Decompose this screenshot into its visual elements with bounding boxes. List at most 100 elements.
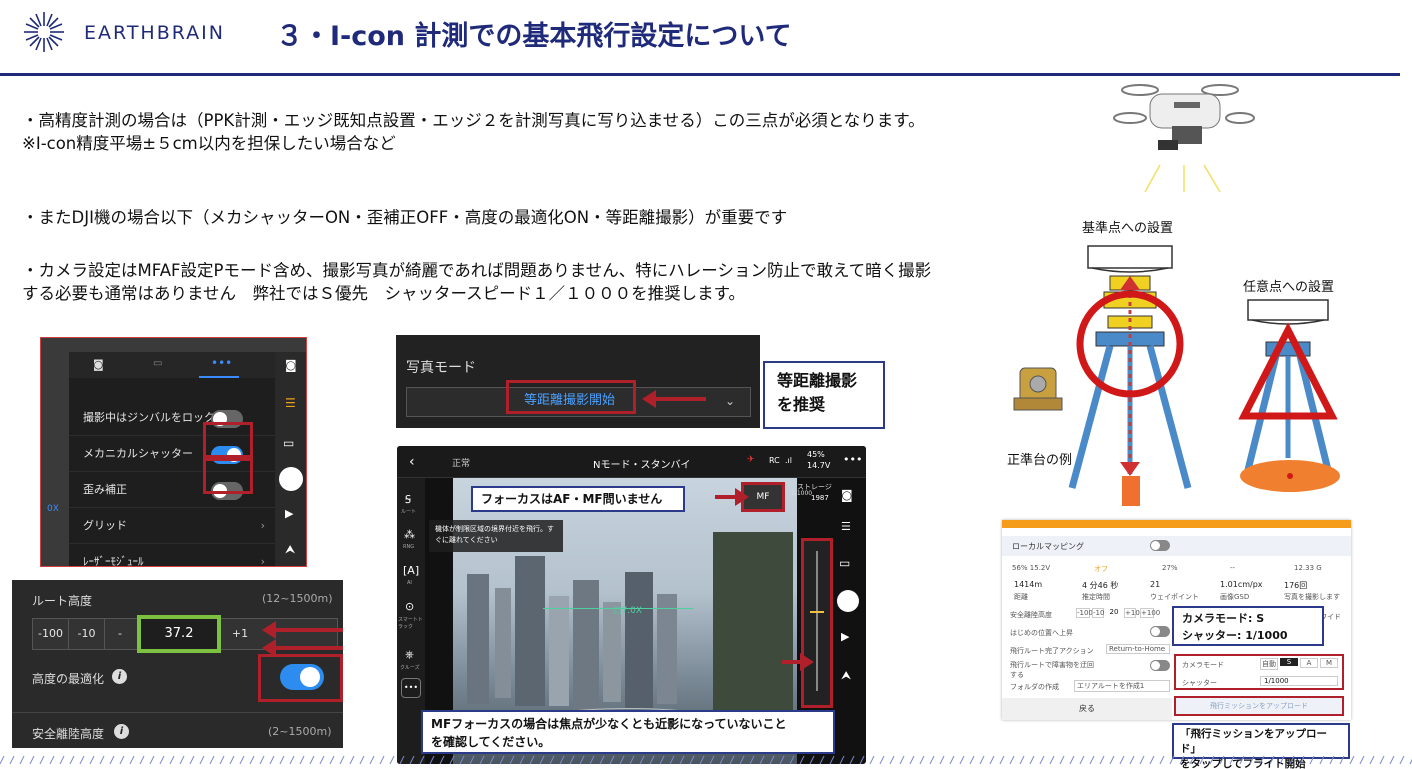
- stripe-mark: [539, 755, 545, 765]
- more-tab-icon[interactable]: •••: [211, 356, 232, 370]
- folder-input[interactable]: エリアルートを作成1: [1074, 680, 1170, 692]
- stripe-mark: [729, 755, 735, 765]
- camera-shutter-icon[interactable]: ◙: [285, 358, 297, 372]
- mode-s[interactable]: S: [1280, 658, 1298, 666]
- navigate-icon[interactable]: ⮝: [285, 542, 295, 557]
- stripe-mark: [979, 755, 985, 765]
- step-plus-1[interactable]: +1: [225, 619, 255, 649]
- stripe-mark: [1109, 755, 1115, 765]
- step-minus-10[interactable]: -10: [1092, 608, 1104, 618]
- stat-distance-label: 距離: [1014, 593, 1028, 601]
- route-height-value[interactable]: 37.2: [137, 615, 221, 653]
- menu-item-laser[interactable]: ﾚｰｻﾞｰﾓｼﾞｭｰﾙ ›: [69, 544, 275, 566]
- mode-auto[interactable]: 自動: [1260, 658, 1278, 670]
- photo-mode-panel: 写真モード ⌄ 等距離撮影開始: [396, 335, 760, 428]
- mode-m[interactable]: M: [1320, 658, 1338, 668]
- back-icon[interactable]: ‹: [409, 454, 415, 470]
- mapping-warning-bar: [1002, 520, 1351, 528]
- step-minus-100[interactable]: -100: [1076, 608, 1093, 618]
- stripe-mark: [989, 755, 995, 765]
- callout-line: 「飛行ミッションをアップロード」: [1180, 728, 1327, 755]
- stripe-mark: [29, 755, 35, 765]
- stripe-mark: [549, 755, 555, 765]
- stripe-mark: [279, 755, 285, 765]
- step-minus-1[interactable]: -: [105, 619, 135, 649]
- step-plus-100[interactable]: +100: [1140, 608, 1160, 618]
- rng-icon[interactable]: ⁂: [404, 528, 415, 541]
- safe-height-value[interactable]: 20: [1108, 608, 1120, 616]
- slide: EARTHBRAIN ３・I-con 計測での基本飛行設定について ・高精度計測…: [0, 0, 1412, 769]
- stripe-mark: [1229, 755, 1235, 765]
- video-tab-icon[interactable]: ▭: [153, 358, 162, 369]
- stripe-mark: [909, 755, 915, 765]
- camera-icon[interactable]: ◙: [841, 488, 853, 502]
- playback-icon[interactable]: ▶: [285, 507, 293, 520]
- screen-icon[interactable]: ▭: [839, 556, 850, 570]
- stripe-mark: [359, 755, 365, 765]
- playback-icon[interactable]: ▶: [841, 630, 849, 643]
- route-icon[interactable]: Ꟊ: [405, 492, 411, 507]
- base-point-label: 基準点への設置: [1082, 221, 1174, 236]
- photo-mode-callout: 等距離撮影 を推奨: [763, 361, 885, 429]
- settings-sliders-icon[interactable]: ☰: [285, 396, 296, 410]
- stripe-mark: [589, 755, 595, 765]
- mapping-section-title: ローカルマッピング: [1012, 542, 1084, 551]
- stat-distance: 1414m: [1014, 580, 1043, 589]
- body-line-4: ・カメラ設定はMFAF設定Pモード含め、撮影写真が綺麗であれば問題ありません、特…: [22, 261, 932, 280]
- info-icon[interactable]: i: [114, 724, 129, 739]
- finish-action-select[interactable]: Return-to-Home: [1106, 644, 1170, 654]
- initial-climb-toggle[interactable]: [1150, 626, 1170, 637]
- focus-slider[interactable]: [801, 538, 833, 708]
- mode-a[interactable]: A: [1300, 658, 1318, 668]
- cruise-icon[interactable]: ⎈: [405, 648, 414, 662]
- stripe-mark: [1119, 755, 1125, 765]
- stripe-mark: [259, 755, 265, 765]
- step-plus-10[interactable]: +10: [1124, 608, 1140, 618]
- screen-icon[interactable]: ▭: [283, 436, 294, 450]
- stripe-mark: [239, 755, 245, 765]
- altitude-optimize-toggle[interactable]: [280, 664, 324, 690]
- step-minus-10[interactable]: -10: [69, 619, 105, 649]
- more-tools-button[interactable]: •••: [401, 678, 421, 698]
- camera-mode-label: カメラモード: [1182, 661, 1224, 669]
- stripe-mark: [1049, 755, 1055, 765]
- capture-button[interactable]: [279, 467, 303, 491]
- upload-mission-button[interactable]: 飛行ミッションをアップロード: [1174, 696, 1344, 716]
- back-button[interactable]: 戻る: [1002, 698, 1172, 720]
- callout-line: カメラモード: S: [1182, 612, 1265, 625]
- info-icon[interactable]: i: [112, 669, 127, 684]
- more-icon[interactable]: •••: [843, 453, 862, 466]
- local-mapping-toggle[interactable]: [1150, 540, 1170, 551]
- shutter-select[interactable]: 1/1000: [1260, 676, 1338, 686]
- obstacle-avoid-toggle[interactable]: [1150, 660, 1170, 671]
- camera-settings-box: カメラモード 自動 S A M シャッター 1/1000: [1174, 654, 1344, 690]
- stripe-mark: [79, 755, 85, 765]
- ai-icon[interactable]: [A]: [403, 564, 419, 577]
- stripe-mark: [1029, 755, 1035, 765]
- menu-item-grid[interactable]: グリッド ›: [69, 508, 275, 544]
- stripe-mark: [469, 755, 475, 765]
- stripe-mark: [799, 755, 805, 765]
- focus-slider-thumb[interactable]: [810, 611, 824, 613]
- route-height-panel: ルート高度 (12~1500m) -100 -10 - 37.2 +1 高度の最…: [12, 580, 343, 748]
- photo-mode-value: 等距離撮影開始: [524, 393, 616, 408]
- stripe-mark: [569, 755, 575, 765]
- tripod-diagram: [1013, 245, 1340, 506]
- stripe-mark: [939, 755, 945, 765]
- status-storage: 12.33 G: [1294, 564, 1322, 572]
- step-minus-100[interactable]: -100: [33, 619, 69, 649]
- stripe-mark: [1079, 755, 1085, 765]
- status-signal: 27%: [1162, 564, 1178, 572]
- navigate-icon[interactable]: ⮝: [841, 668, 851, 683]
- stripe-mark: [499, 755, 505, 765]
- capture-button[interactable]: [837, 590, 859, 612]
- stripe-mark: [1139, 755, 1145, 765]
- settings-sliders-icon[interactable]: ☰: [841, 520, 851, 533]
- stripe-mark: [69, 755, 75, 765]
- stripe-mark: [619, 755, 625, 765]
- stripe-mark: [209, 755, 215, 765]
- track-icon[interactable]: ⊙: [405, 600, 414, 613]
- stripe-mark: [709, 755, 715, 765]
- camera-tab-icon[interactable]: ◙: [93, 358, 104, 371]
- stripe-mark: [329, 755, 335, 765]
